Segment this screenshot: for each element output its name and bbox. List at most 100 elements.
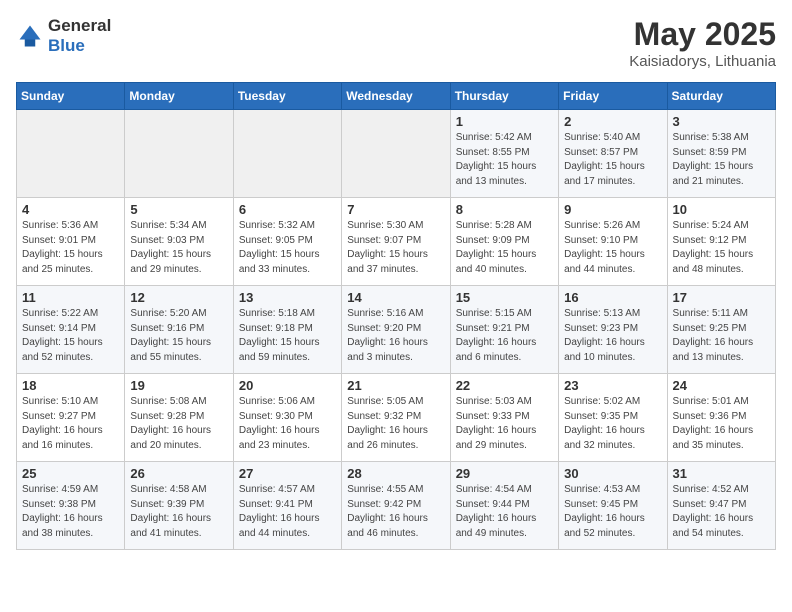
day-number: 19: [130, 378, 227, 393]
calendar-cell: 19 Sunrise: 5:08 AMSunset: 9:28 PMDayligh…: [125, 374, 233, 462]
day-number: 21: [347, 378, 444, 393]
calendar-cell: 6 Sunrise: 5:32 AMSunset: 9:05 PMDaylight…: [233, 198, 341, 286]
weekday-header-saturday: Saturday: [667, 83, 775, 110]
day-number: 29: [456, 466, 553, 481]
day-detail: Sunrise: 5:03 AMSunset: 9:33 PMDaylight:…: [456, 395, 553, 453]
calendar-cell: 24Sunrise: 5:01 AMSunset: 9:36 PMDayligh…: [667, 374, 775, 462]
day-number: 30: [564, 466, 661, 481]
calendar-cell: 8 Sunrise: 5:28 AMSunset: 9:09 PMDaylight…: [450, 198, 558, 286]
day-detail: Sunrise: 5:13 AMSunset: 9:23 PMDaylight:…: [564, 307, 661, 365]
calendar-cell: 27 Sunrise: 4:57 AMSunset: 9:41 PMDayligh…: [233, 462, 341, 550]
day-number: 28: [347, 466, 444, 481]
day-number: 16: [564, 290, 661, 305]
calendar-cell: 3 Sunrise: 5:38 AMSunset: 8:59 PMDaylight…: [667, 110, 775, 198]
day-detail: Sunrise: 5:34 AMSunset: 9:03 PMDaylight:…: [130, 219, 227, 277]
calendar-cell: 17 Sunrise: 5:11 AMSunset: 9:25 PMDayligh…: [667, 286, 775, 374]
calendar-cell: [342, 110, 450, 198]
day-number: 5: [130, 202, 227, 217]
calendar-cell: [233, 110, 341, 198]
day-detail: Sunrise: 5:08 AMSunset: 9:28 PMDaylight:…: [130, 395, 227, 453]
weekday-header-row: SundayMondayTuesdayWednesdayThursdayFrid…: [17, 83, 776, 110]
calendar-cell: 1Sunrise: 5:42 AMSunset: 8:55 PMDaylight…: [450, 110, 558, 198]
day-detail: Sunrise: 4:53 AMSunset: 9:45 PMDaylight:…: [564, 483, 661, 541]
calendar-cell: 26Sunrise: 4:58 AMSunset: 9:39 PMDayligh…: [125, 462, 233, 550]
day-detail: Sunrise: 5:26 AMSunset: 9:10 PMDaylight:…: [564, 219, 661, 277]
day-detail: Sunrise: 5:30 AMSunset: 9:07 PMDaylight:…: [347, 219, 444, 277]
calendar-cell: [125, 110, 233, 198]
calendar-cell: 9Sunrise: 5:26 AMSunset: 9:10 PMDaylight…: [559, 198, 667, 286]
calendar-week-3: 11 Sunrise: 5:22 AMSunset: 9:14 PMDayligh…: [17, 286, 776, 374]
day-detail: Sunrise: 5:16 AMSunset: 9:20 PMDaylight:…: [347, 307, 444, 365]
calendar-cell: 14 Sunrise: 5:16 AMSunset: 9:20 PMDayligh…: [342, 286, 450, 374]
day-number: 25: [22, 466, 119, 481]
day-number: 11: [22, 290, 119, 305]
weekday-header-monday: Monday: [125, 83, 233, 110]
calendar-cell: 7 Sunrise: 5:30 AMSunset: 9:07 PMDaylight…: [342, 198, 450, 286]
calendar-cell: 4Sunrise: 5:36 AMSunset: 9:01 PMDaylight…: [17, 198, 125, 286]
day-number: 18: [22, 378, 119, 393]
calendar-cell: 23Sunrise: 5:02 AMSunset: 9:35 PMDayligh…: [559, 374, 667, 462]
day-number: 10: [673, 202, 770, 217]
calendar-cell: [17, 110, 125, 198]
day-detail: Sunrise: 5:38 AMSunset: 8:59 PMDaylight:…: [673, 131, 770, 189]
day-number: 22: [456, 378, 553, 393]
calendar-cell: 28 Sunrise: 4:55 AMSunset: 9:42 PMDayligh…: [342, 462, 450, 550]
calendar-week-4: 18 Sunrise: 5:10 AMSunset: 9:27 PMDayligh…: [17, 374, 776, 462]
day-number: 13: [239, 290, 336, 305]
day-number: 12: [130, 290, 227, 305]
day-detail: Sunrise: 5:24 AMSunset: 9:12 PMDaylight:…: [673, 219, 770, 277]
calendar-cell: 13Sunrise: 5:18 AMSunset: 9:18 PMDayligh…: [233, 286, 341, 374]
month-title: May 2025: [629, 16, 776, 53]
day-detail: Sunrise: 4:55 AMSunset: 9:42 PMDaylight:…: [347, 483, 444, 541]
calendar-week-1: 1Sunrise: 5:42 AMSunset: 8:55 PMDaylight…: [17, 110, 776, 198]
calendar-cell: 21 Sunrise: 5:05 AMSunset: 9:32 PMDayligh…: [342, 374, 450, 462]
calendar-week-2: 4Sunrise: 5:36 AMSunset: 9:01 PMDaylight…: [17, 198, 776, 286]
day-detail: Sunrise: 5:05 AMSunset: 9:32 PMDaylight:…: [347, 395, 444, 453]
calendar-cell: 2Sunrise: 5:40 AMSunset: 8:57 PMDaylight…: [559, 110, 667, 198]
location-title: Kaisiadorys, Lithuania: [629, 53, 776, 70]
calendar-cell: 30 Sunrise: 4:53 AMSunset: 9:45 PMDayligh…: [559, 462, 667, 550]
day-detail: Sunrise: 5:06 AMSunset: 9:30 PMDaylight:…: [239, 395, 336, 453]
day-detail: Sunrise: 5:10 AMSunset: 9:27 PMDaylight:…: [22, 395, 119, 453]
logo: General Blue: [16, 16, 111, 56]
calendar-cell: 11 Sunrise: 5:22 AMSunset: 9:14 PMDayligh…: [17, 286, 125, 374]
day-detail: Sunrise: 5:11 AMSunset: 9:25 PMDaylight:…: [673, 307, 770, 365]
day-number: 3: [673, 114, 770, 129]
calendar-cell: 25 Sunrise: 4:59 AMSunset: 9:38 PMDayligh…: [17, 462, 125, 550]
page-header: General Blue May 2025 Kaisiadorys, Lithu…: [16, 16, 776, 70]
weekday-header-friday: Friday: [559, 83, 667, 110]
weekday-header-tuesday: Tuesday: [233, 83, 341, 110]
calendar-cell: 18 Sunrise: 5:10 AMSunset: 9:27 PMDayligh…: [17, 374, 125, 462]
day-number: 1: [456, 114, 553, 129]
day-number: 31: [673, 466, 770, 481]
day-number: 8: [456, 202, 553, 217]
day-detail: Sunrise: 4:52 AMSunset: 9:47 PMDaylight:…: [673, 483, 770, 541]
day-detail: Sunrise: 5:40 AMSunset: 8:57 PMDaylight:…: [564, 131, 661, 189]
day-detail: Sunrise: 5:28 AMSunset: 9:09 PMDaylight:…: [456, 219, 553, 277]
day-number: 20: [239, 378, 336, 393]
day-detail: Sunrise: 5:32 AMSunset: 9:05 PMDaylight:…: [239, 219, 336, 277]
logo-general-text: General: [48, 16, 111, 35]
calendar-cell: 15Sunrise: 5:15 AMSunset: 9:21 PMDayligh…: [450, 286, 558, 374]
day-detail: Sunrise: 5:20 AMSunset: 9:16 PMDaylight:…: [130, 307, 227, 365]
day-number: 24: [673, 378, 770, 393]
calendar-cell: 5 Sunrise: 5:34 AMSunset: 9:03 PMDaylight…: [125, 198, 233, 286]
day-detail: Sunrise: 5:22 AMSunset: 9:14 PMDaylight:…: [22, 307, 119, 365]
title-block: May 2025 Kaisiadorys, Lithuania: [629, 16, 776, 70]
day-number: 15: [456, 290, 553, 305]
calendar-cell: 29Sunrise: 4:54 AMSunset: 9:44 PMDayligh…: [450, 462, 558, 550]
day-number: 14: [347, 290, 444, 305]
calendar-cell: 20 Sunrise: 5:06 AMSunset: 9:30 PMDayligh…: [233, 374, 341, 462]
day-number: 17: [673, 290, 770, 305]
day-number: 26: [130, 466, 227, 481]
calendar-table: SundayMondayTuesdayWednesdayThursdayFrid…: [16, 82, 776, 550]
calendar-cell: 16 Sunrise: 5:13 AMSunset: 9:23 PMDayligh…: [559, 286, 667, 374]
calendar-cell: 10 Sunrise: 5:24 AMSunset: 9:12 PMDayligh…: [667, 198, 775, 286]
day-number: 6: [239, 202, 336, 217]
day-number: 27: [239, 466, 336, 481]
calendar-cell: 22 Sunrise: 5:03 AMSunset: 9:33 PMDayligh…: [450, 374, 558, 462]
day-number: 7: [347, 202, 444, 217]
day-detail: Sunrise: 4:57 AMSunset: 9:41 PMDaylight:…: [239, 483, 336, 541]
day-number: 23: [564, 378, 661, 393]
day-detail: Sunrise: 4:59 AMSunset: 9:38 PMDaylight:…: [22, 483, 119, 541]
